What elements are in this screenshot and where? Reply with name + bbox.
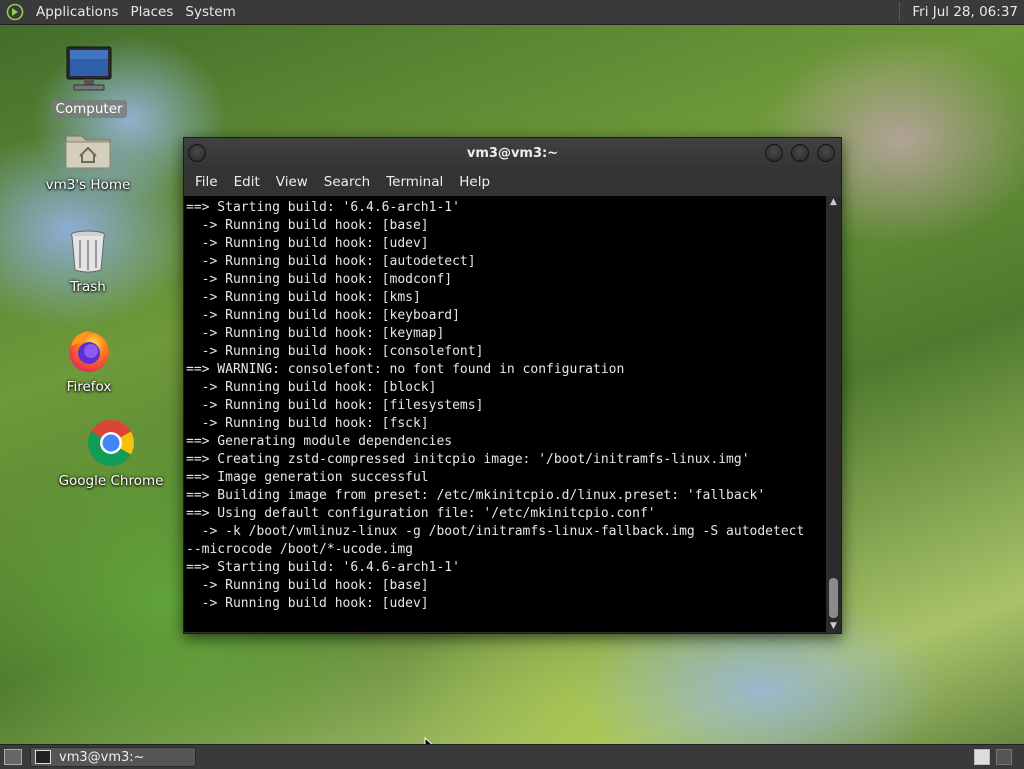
scroll-down-arrow-icon[interactable]: ▼ (826, 620, 841, 632)
desktop-icon-label: Google Chrome (58, 473, 164, 489)
menu-edit[interactable]: Edit (226, 174, 268, 190)
minimize-button[interactable] (765, 144, 783, 162)
terminal-output[interactable]: ==> Starting build: '6.4.6-arch1-1' -> R… (184, 196, 826, 632)
firefox-icon (69, 331, 109, 372)
close-button[interactable] (817, 144, 835, 162)
desktop-icon-chrome[interactable]: Google Chrome (56, 418, 166, 490)
applications-menu[interactable]: Applications (30, 4, 124, 20)
menu-view[interactable]: View (268, 174, 316, 190)
window-menu-button[interactable] (188, 144, 206, 162)
trash-icon (70, 230, 106, 273)
bottom-panel: vm3@vm3:~ (0, 744, 1024, 769)
desktop-icon-label: Trash (70, 279, 106, 295)
desktop-icon-trash[interactable]: Trash (33, 228, 143, 296)
window-titlebar[interactable]: vm3@vm3:~ (184, 138, 841, 168)
maximize-button[interactable] (791, 144, 809, 162)
system-menu[interactable]: System (179, 4, 241, 20)
workspace-2[interactable] (996, 749, 1012, 765)
scroll-up-arrow-icon[interactable]: ▲ (826, 196, 841, 208)
chrome-icon (88, 420, 134, 466)
top-panel: Applications Places System Fri Jul 28, 0… (0, 0, 1024, 25)
terminal-menubar: File Edit View Search Terminal Help (184, 168, 841, 196)
desktop-icon-home[interactable]: vm3's Home (33, 128, 143, 194)
places-menu[interactable]: Places (124, 4, 179, 20)
terminal-scrollbar[interactable]: ▲ ▼ (826, 196, 841, 632)
terminal-icon (35, 750, 51, 764)
menu-terminal[interactable]: Terminal (378, 174, 451, 190)
desktop-icon-label: vm3's Home (45, 177, 131, 193)
terminal-window[interactable]: vm3@vm3:~ File Edit View Search Terminal… (183, 137, 842, 634)
taskbar-item-terminal[interactable]: vm3@vm3:~ (30, 747, 196, 767)
workspace-1[interactable] (974, 749, 990, 765)
desktop-icon-label: Firefox (66, 379, 112, 395)
menu-search[interactable]: Search (316, 174, 378, 190)
computer-icon (66, 46, 112, 91)
desktop-icon-label: Computer (51, 100, 127, 118)
terminal-text: ==> Starting build: '6.4.6-arch1-1' -> R… (186, 200, 805, 611)
home-folder-icon (65, 135, 111, 169)
taskbar-item-label: vm3@vm3:~ (59, 749, 145, 765)
workspace-switcher[interactable] (974, 749, 1018, 765)
desktop-icon-firefox[interactable]: Firefox (34, 326, 144, 396)
desktop-icon-computer[interactable]: Computer (34, 44, 144, 118)
window-title: vm3@vm3:~ (466, 145, 559, 161)
panel-separator (899, 3, 906, 21)
show-desktop-icon[interactable] (4, 749, 22, 765)
scrollbar-thumb[interactable] (829, 578, 838, 618)
clock[interactable]: Fri Jul 28, 06:37 (912, 4, 1024, 20)
menu-help[interactable]: Help (451, 174, 498, 190)
distro-logo-icon[interactable] (6, 3, 24, 21)
menu-file[interactable]: File (187, 174, 226, 190)
